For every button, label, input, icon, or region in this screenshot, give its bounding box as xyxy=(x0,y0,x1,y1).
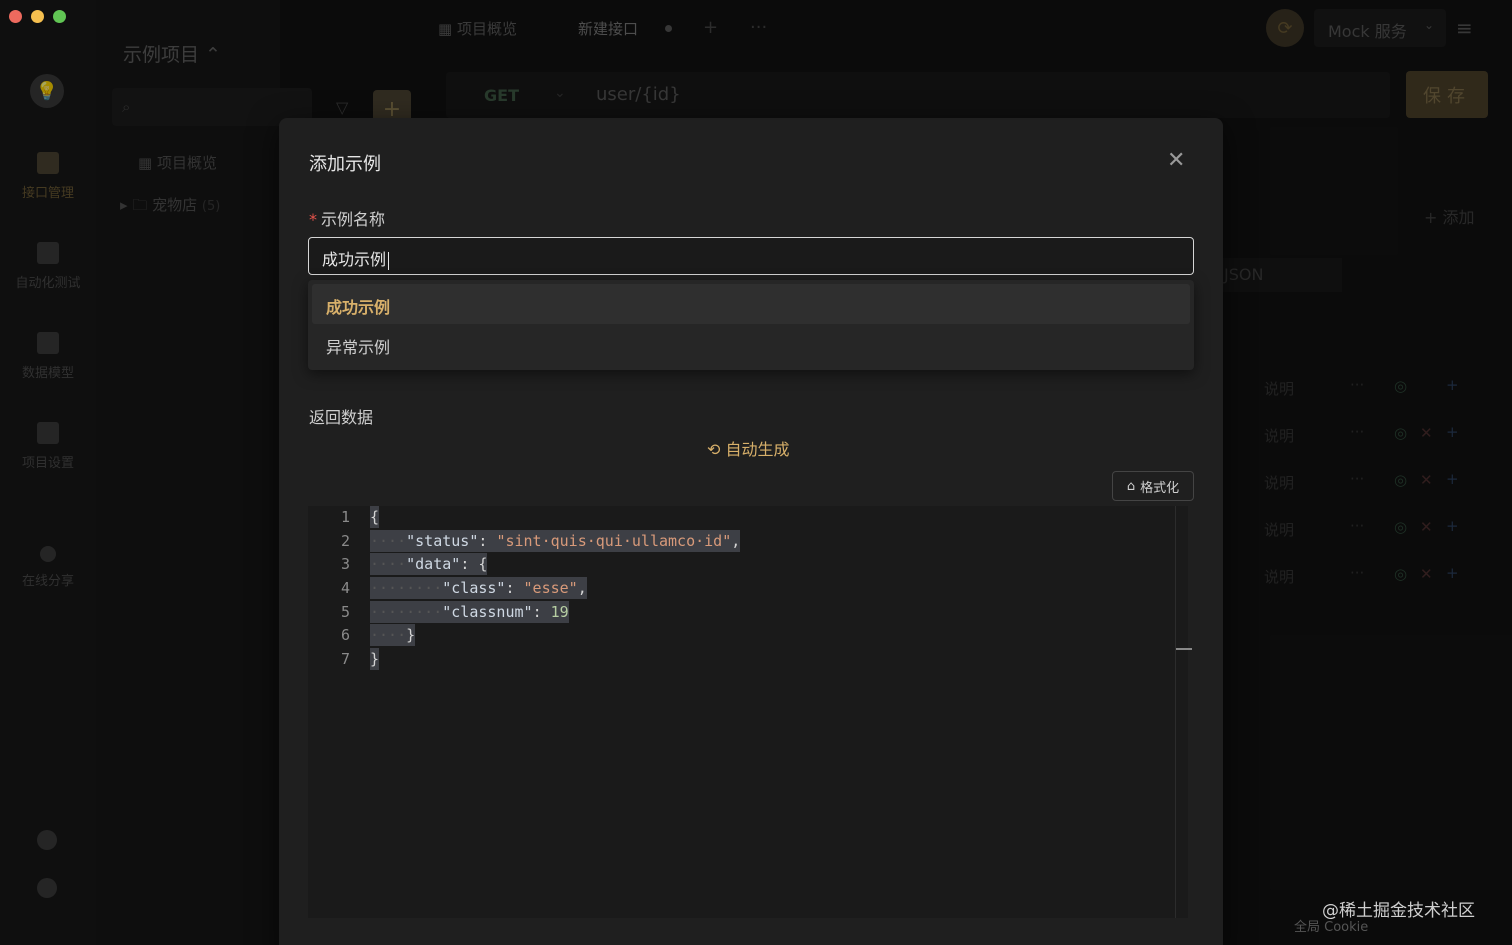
selection-highlight: ····"data": { xyxy=(370,553,488,576)
window-controls xyxy=(9,10,66,23)
selection-highlight: { xyxy=(370,506,380,528)
line-number: 4 xyxy=(340,579,350,598)
line-numbers: 1 2 3 4 5 6 7 xyxy=(308,506,350,672)
code-token: : xyxy=(478,531,497,550)
code-line: } xyxy=(370,648,740,672)
code-token: 19 xyxy=(550,602,569,621)
code-line: ····} xyxy=(370,624,740,648)
code-token: "classnum" xyxy=(442,602,533,621)
minimize-window-button[interactable] xyxy=(31,10,44,23)
code-line: ········"class": "esse", xyxy=(370,577,740,601)
line-number: 2 xyxy=(340,531,350,550)
auto-generate-button[interactable]: ⟲ 自动生成 xyxy=(707,436,790,460)
refresh-icon: ⟲ xyxy=(707,440,726,459)
code-token: } xyxy=(406,626,416,645)
indent-whitespace: ········ xyxy=(370,602,443,621)
example-name-input[interactable]: 成功示例 xyxy=(308,237,1194,275)
code-token: "status" xyxy=(406,531,479,550)
line-number: 3 xyxy=(340,555,350,574)
code-token: : { xyxy=(460,555,488,574)
code-token: "data" xyxy=(406,555,461,574)
code-editor[interactable]: 1234567 {····"status": "sint·quis·qui·ul… xyxy=(308,506,1188,918)
selection-highlight: ····} xyxy=(370,624,416,647)
code-content: {····"status": "sint·quis·qui·ullamco·id… xyxy=(370,506,741,672)
add-example-modal: 添加示例 ✕ * 示例名称 成功示例 成功示例 异常示例 返回数据 ⟲ 自动生成 … xyxy=(279,118,1223,945)
code-token: , xyxy=(577,579,587,598)
response-data-label: 返回数据 xyxy=(309,408,374,427)
code-line: ····"data": { xyxy=(370,553,740,577)
indent-whitespace: ···· xyxy=(370,555,407,574)
code-line: ····"status": "sint·quis·qui·ullamco·id"… xyxy=(370,529,741,554)
example-name-dropdown: 成功示例 异常示例 xyxy=(308,280,1194,370)
auto-generate-label: 自动生成 xyxy=(725,440,790,459)
code-token: "esse" xyxy=(523,579,578,598)
zoom-window-button[interactable] xyxy=(53,10,66,23)
indent-whitespace: ···· xyxy=(370,531,407,550)
code-line: { xyxy=(370,506,740,530)
code-token: : xyxy=(505,579,524,598)
line-number: 5 xyxy=(340,602,350,621)
code-token: : xyxy=(532,602,551,621)
indent-whitespace: ···· xyxy=(370,626,407,645)
code-token: "sint·quis·qui·ullamco·id" xyxy=(496,531,732,550)
dropdown-option-success[interactable]: 成功示例 xyxy=(312,284,1190,324)
example-name-label-text: 示例名称 xyxy=(321,210,386,229)
required-mark: * xyxy=(309,210,317,229)
selection-highlight: } xyxy=(370,648,380,671)
line-number: 7 xyxy=(340,650,350,669)
format-icon: ⌂ xyxy=(1126,478,1136,494)
format-button[interactable]: ⌂ 格式化 xyxy=(1112,471,1194,501)
dropdown-option-error[interactable]: 异常示例 xyxy=(312,324,1190,364)
example-name-label: * 示例名称 xyxy=(309,206,385,230)
line-number: 6 xyxy=(340,626,350,645)
selection-highlight: ········"classnum": 19 xyxy=(370,600,569,623)
code-line: ········"classnum": 19 xyxy=(370,600,740,625)
selection-highlight: ····"status": "sint·quis·qui·ullamco·id"… xyxy=(370,529,741,552)
modal-title: 添加示例 xyxy=(309,154,381,175)
code-token: "class" xyxy=(442,579,506,598)
code-token: } xyxy=(370,650,380,669)
close-icon[interactable]: ✕ xyxy=(1167,148,1185,173)
format-button-label: 格式化 xyxy=(1140,480,1180,496)
selection-highlight: ········"class": "esse", xyxy=(370,577,587,600)
line-number: 1 xyxy=(340,508,350,526)
global-cookie-link[interactable]: 全局 Cookie xyxy=(1294,916,1368,935)
text-caret xyxy=(388,251,390,270)
code-token: , xyxy=(731,531,741,550)
code-token: { xyxy=(370,508,380,526)
editor-scroll-thumb[interactable] xyxy=(1176,648,1192,650)
close-window-button[interactable] xyxy=(9,10,22,23)
editor-scrollbar[interactable] xyxy=(1175,506,1176,918)
example-name-value: 成功示例 xyxy=(322,250,387,269)
indent-whitespace: ········ xyxy=(370,579,443,598)
